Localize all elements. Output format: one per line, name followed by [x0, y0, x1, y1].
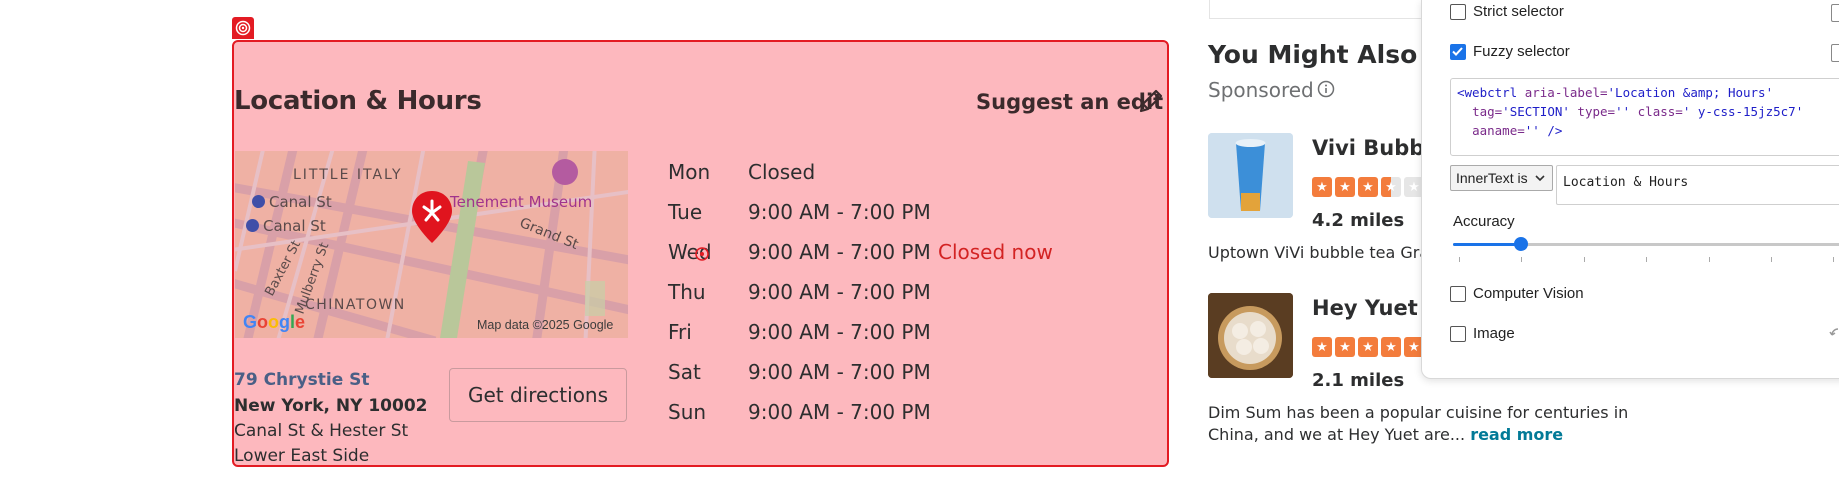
business-thumbnail[interactable]: [1208, 293, 1293, 378]
star-icon: ★: [1358, 177, 1378, 197]
hours-time: 9:00 AM - 7:00 PM: [748, 200, 931, 224]
target-marker-icon: [232, 17, 254, 39]
hours-day: Fri: [668, 320, 692, 344]
address-city: New York, NY 10002: [234, 396, 428, 416]
slider-tick: [1646, 257, 1647, 262]
hours-day: Thu: [668, 280, 706, 304]
image-label: Image: [1473, 325, 1515, 342]
code-attr: class=: [1630, 104, 1683, 119]
business-name-link[interactable]: Hey Yuet: [1312, 296, 1418, 320]
business-thumbnail[interactable]: [1208, 133, 1293, 218]
hours-day: Tue: [668, 200, 703, 224]
subway-icon: [252, 195, 265, 208]
code-value: 'Location &amp; Hours': [1607, 85, 1774, 100]
map-label-tenement-museum: Tenement Museum: [450, 193, 593, 211]
info-icon[interactable]: [1317, 80, 1335, 102]
innertext-operator-select[interactable]: InnerText is: [1450, 165, 1553, 191]
hours-time: 9:00 AM - 7:00 PM: [748, 240, 931, 264]
code-line: <webctrl aria-label='Location &amp; Hour…: [1457, 85, 1773, 100]
cursor-target-icon: [694, 246, 710, 266]
fuzzy-selector-label: Fuzzy selector: [1473, 43, 1570, 60]
google-logo: Google: [243, 312, 306, 332]
code-attr: aaname=: [1472, 123, 1525, 138]
strict-selector-checkbox[interactable]: [1450, 4, 1466, 20]
image-checkbox[interactable]: [1450, 326, 1466, 342]
star-icon: ★: [1312, 177, 1332, 197]
refresh-icon[interactable]: [1829, 326, 1839, 346]
star-half-icon: ★: [1381, 177, 1401, 197]
pencil-icon[interactable]: [1136, 86, 1166, 120]
hours-time: 9:00 AM - 7:00 PM: [748, 280, 931, 304]
slider-tick: [1459, 257, 1460, 262]
hours-time: 9:00 AM - 7:00 PM: [748, 400, 931, 424]
code-tag: <webctrl: [1457, 85, 1525, 100]
code-value: '': [1615, 104, 1631, 119]
chevron-down-icon: [1535, 175, 1545, 182]
hours-day: Mon: [668, 160, 711, 184]
accuracy-label: Accuracy: [1453, 213, 1515, 230]
museum-pin-icon: [552, 159, 578, 185]
closed-now-status: Closed now: [938, 240, 1053, 264]
map-attribution: Map data ©2025 Google: [477, 318, 614, 332]
address-street-link[interactable]: 79 Chrystie St: [234, 370, 370, 390]
address-neighborhood: Lower East Side: [234, 446, 370, 466]
read-more-link[interactable]: read more: [1470, 425, 1563, 444]
sponsored-label: Sponsored: [1208, 78, 1314, 102]
code-value: '': [1524, 123, 1540, 138]
strict-selector-label: Strict selector: [1473, 3, 1564, 20]
code-attr: aria-label=: [1524, 85, 1608, 100]
get-directions-button[interactable]: Get directions: [449, 368, 627, 422]
business-description-text: Dim Sum has been a popular cuisine for c…: [1208, 403, 1629, 444]
code-tag: />: [1539, 123, 1563, 138]
code-line: aaname='' />: [1457, 123, 1562, 138]
slider-tick: [1709, 257, 1710, 262]
hours-day: Sat: [668, 360, 701, 384]
business-description: Uptown ViVi bubble tea Grand: [1208, 243, 1450, 262]
slider-tick: [1833, 257, 1834, 262]
accuracy-slider-fill: [1453, 243, 1522, 246]
yelp-map-pin-icon[interactable]: [410, 189, 454, 249]
star-rating: ★ ★ ★ ★ ★: [1312, 177, 1424, 197]
computer-vision-label: Computer Vision: [1473, 285, 1584, 302]
star-rating: ★ ★ ★ ★ ★: [1312, 337, 1424, 357]
subway-icon: [246, 219, 259, 232]
business-distance: 4.2 miles: [1312, 210, 1405, 231]
code-attr: type=: [1569, 104, 1616, 119]
slider-tick: [1521, 257, 1522, 262]
address-cross-streets: Canal St & Hester St: [234, 421, 409, 441]
star-icon: ★: [1381, 337, 1401, 357]
fuzzy-selector-checkbox[interactable]: [1450, 44, 1466, 60]
hours-time: 9:00 AM - 7:00 PM: [748, 360, 931, 384]
star-icon: ★: [1312, 337, 1332, 357]
innertext-value-input[interactable]: Location & Hours: [1556, 165, 1839, 205]
map-label-canal-st-2: Canal St: [263, 217, 326, 235]
map-label-canal-st: Canal St: [269, 193, 332, 211]
hours-day: Sun: [668, 400, 707, 424]
selector-code-editor[interactable]: <webctrl aria-label='Location &amp; Hour…: [1450, 78, 1839, 156]
code-value: 'SECTION': [1502, 104, 1570, 119]
code-line: tag='SECTION' type='' class=' y-css-15jz…: [1457, 104, 1803, 119]
section-title: Location & Hours: [234, 86, 482, 116]
star-icon: ★: [1335, 177, 1355, 197]
slider-tick: [1584, 257, 1585, 262]
hours-time: Closed: [748, 160, 816, 184]
hours-time: 9:00 AM - 7:00 PM: [748, 320, 931, 344]
map-label-chinatown: CHINATOWN: [305, 297, 406, 313]
map-label-little-italy: LITTLE ITALY: [293, 167, 403, 183]
accuracy-slider-thumb[interactable]: [1514, 237, 1528, 251]
computer-vision-checkbox[interactable]: [1450, 286, 1466, 302]
slider-tick: [1771, 257, 1772, 262]
location-map[interactable]: LITTLE ITALY Canal St Canal St Tenement …: [235, 151, 628, 338]
business-distance: 2.1 miles: [1312, 370, 1405, 391]
star-icon: ★: [1358, 337, 1378, 357]
business-description: Dim Sum has been a popular cuisine for c…: [1208, 402, 1658, 446]
code-attr: tag=: [1472, 104, 1503, 119]
code-value: ' y-css-15jz5c7': [1682, 104, 1804, 119]
copy-icon[interactable]: [1831, 4, 1839, 22]
star-icon: ★: [1335, 337, 1355, 357]
copy-icon[interactable]: [1831, 44, 1839, 62]
select-value: InnerText is: [1456, 170, 1528, 186]
